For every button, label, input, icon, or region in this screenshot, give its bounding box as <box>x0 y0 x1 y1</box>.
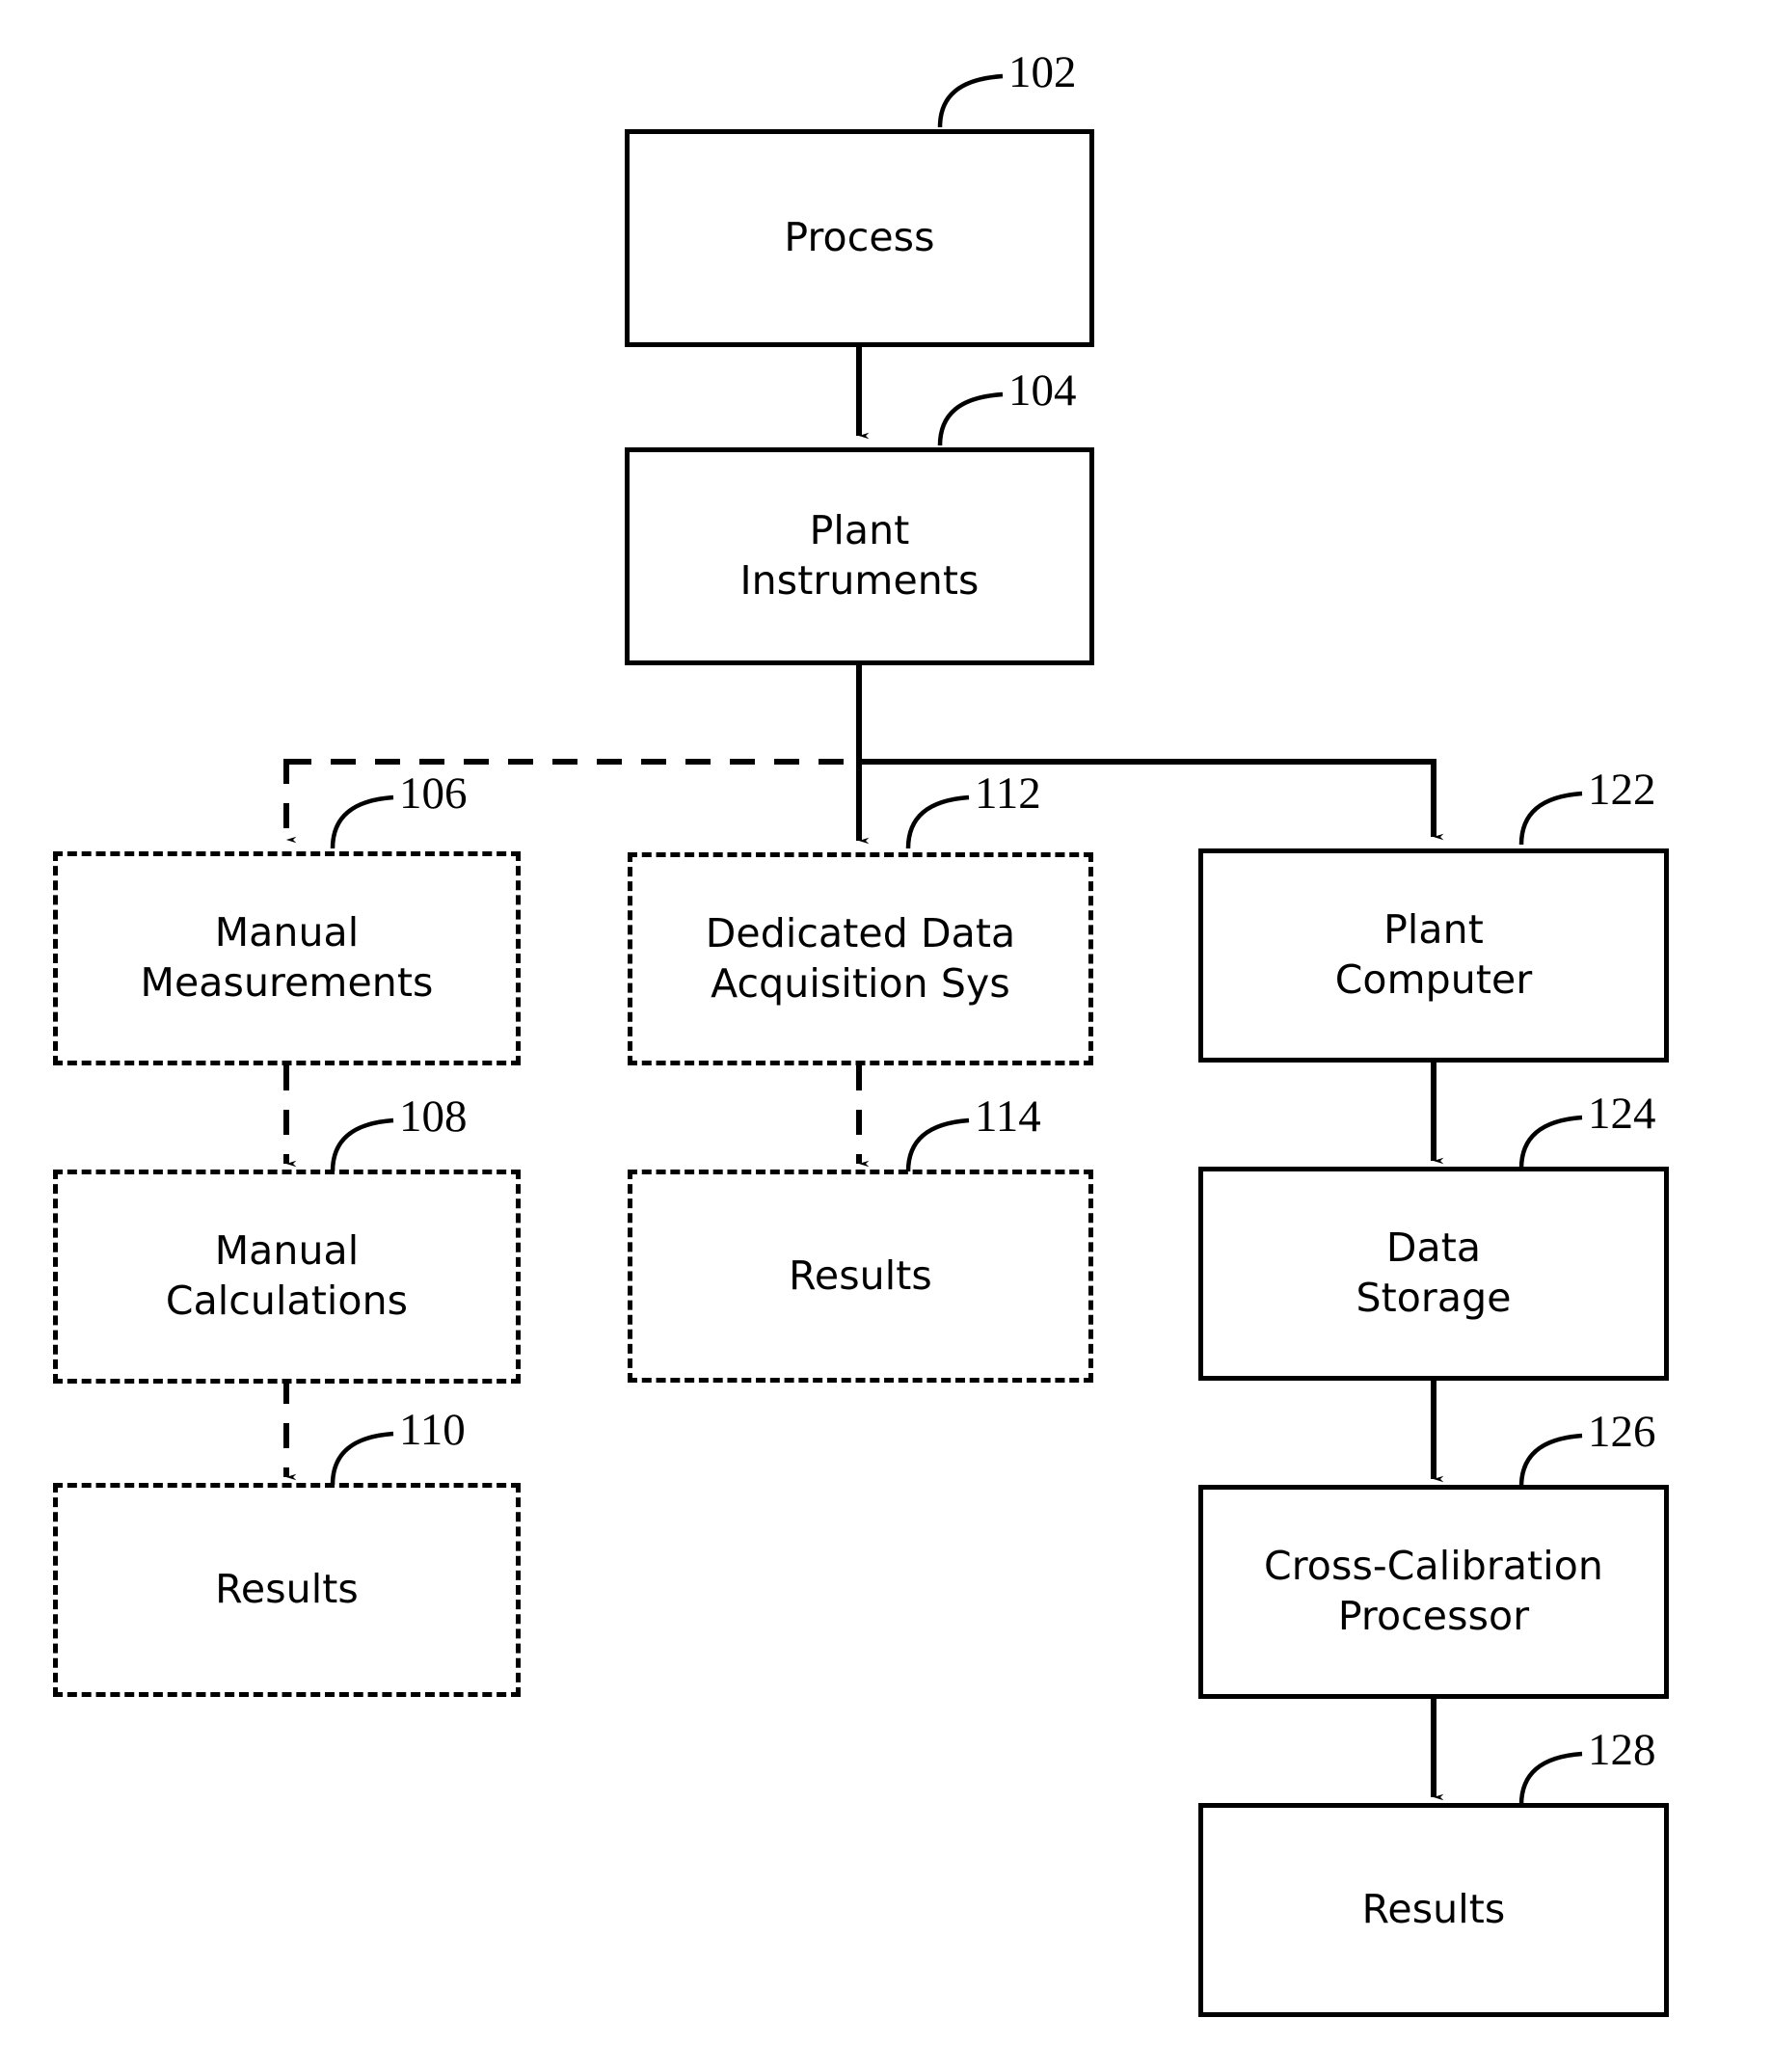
node-plant-instruments-label: Plant Instruments <box>739 507 980 604</box>
node-dedicated-results[interactable]: Results <box>628 1170 1093 1383</box>
node-manual-measurements[interactable]: Manual Measurements <box>53 851 521 1065</box>
leader-124 <box>1518 1115 1583 1170</box>
ref-numeral-106: 106 <box>399 768 468 819</box>
leader-108 <box>330 1117 394 1172</box>
node-manual-results[interactable]: Results <box>53 1483 521 1697</box>
node-plant-computer[interactable]: Plant Computer <box>1198 848 1669 1063</box>
leader-114 <box>905 1117 970 1172</box>
leader-110 <box>330 1431 394 1486</box>
node-process[interactable]: Process <box>625 129 1094 347</box>
leader-112 <box>905 794 970 849</box>
ref-numeral-102: 102 <box>1008 47 1077 97</box>
ref-numeral-112: 112 <box>975 768 1041 819</box>
node-process-label: Process <box>784 214 935 261</box>
leader-128 <box>1518 1751 1583 1806</box>
ref-numeral-114: 114 <box>975 1091 1041 1142</box>
leader-122 <box>1518 791 1583 846</box>
node-plant-results[interactable]: Results <box>1198 1803 1669 2017</box>
node-cross-calibration-processor-label: Cross-Calibration Processor <box>1264 1543 1603 1639</box>
leader-104 <box>937 391 1004 446</box>
node-dedicated-data-acquisition-sys[interactable]: Dedicated Data Acquisition Sys <box>628 852 1093 1065</box>
ref-numeral-124: 124 <box>1588 1089 1656 1139</box>
node-plant-computer-label: Plant Computer <box>1334 906 1533 1003</box>
figure-canvas: Process Plant Instruments Manual Measure… <box>0 0 1772 2072</box>
node-cross-calibration-processor[interactable]: Cross-Calibration Processor <box>1198 1485 1669 1699</box>
leader-106 <box>330 794 394 849</box>
ref-numeral-122: 122 <box>1588 765 1656 815</box>
node-manual-results-label: Results <box>215 1566 359 1613</box>
node-dedicated-results-label: Results <box>789 1251 932 1299</box>
node-data-storage[interactable]: Data Storage <box>1198 1167 1669 1381</box>
ref-numeral-126: 126 <box>1588 1407 1656 1457</box>
ref-numeral-110: 110 <box>399 1405 466 1455</box>
leader-102 <box>937 73 1004 128</box>
node-dedicated-data-acquisition-sys-label: Dedicated Data Acquisition Sys <box>705 909 1016 1007</box>
node-manual-measurements-label: Manual Measurements <box>140 909 434 1006</box>
ref-numeral-104: 104 <box>1008 365 1077 416</box>
node-plant-results-label: Results <box>1361 1886 1506 1933</box>
node-data-storage-label: Data Storage <box>1356 1224 1512 1321</box>
ref-numeral-128: 128 <box>1588 1725 1656 1775</box>
node-manual-calculations[interactable]: Manual Calculations <box>53 1170 521 1384</box>
node-manual-calculations-label: Manual Calculations <box>165 1227 409 1324</box>
ref-numeral-108: 108 <box>399 1091 468 1142</box>
node-plant-instruments[interactable]: Plant Instruments <box>625 447 1094 665</box>
leader-126 <box>1518 1433 1583 1488</box>
